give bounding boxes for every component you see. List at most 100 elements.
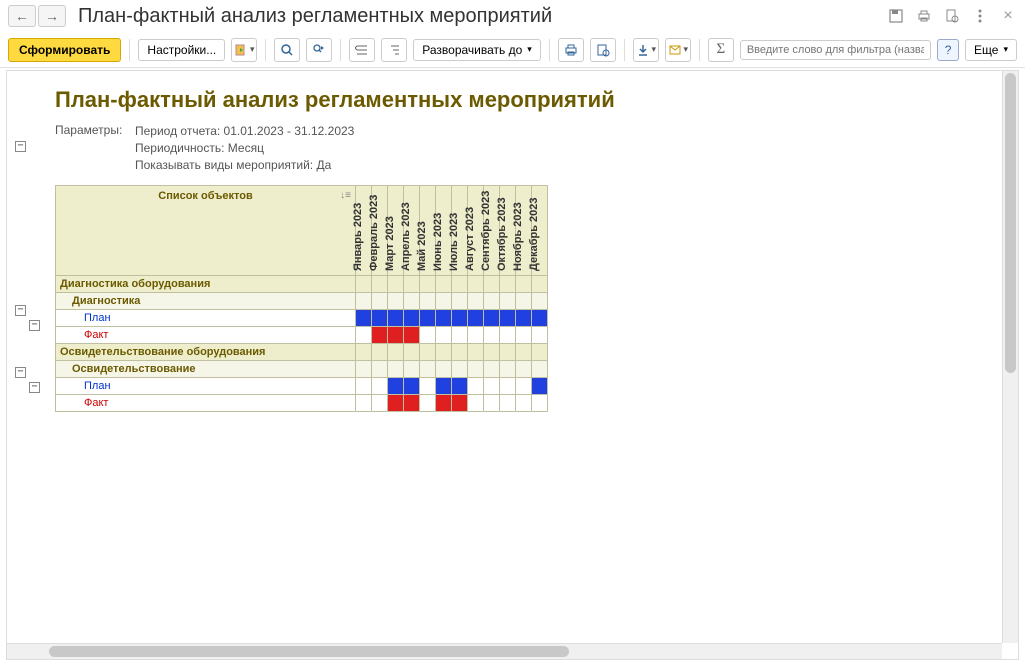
- nav-forward-button[interactable]: →: [38, 5, 66, 27]
- report-params: Параметры: Период отчета: 01.01.2023 - 3…: [55, 123, 1010, 173]
- print-preview-button[interactable]: [590, 38, 616, 62]
- send-email-button[interactable]: ▾: [665, 38, 691, 62]
- plan-cell: [388, 378, 404, 395]
- cell: [436, 276, 452, 293]
- hscroll-thumb[interactable]: [49, 646, 569, 657]
- cell: [388, 344, 404, 361]
- plan-cell: [452, 378, 468, 395]
- cell: [500, 293, 516, 310]
- generate-button[interactable]: Сформировать: [8, 38, 121, 62]
- cell: [372, 293, 388, 310]
- sum-button[interactable]: Σ: [708, 38, 734, 62]
- plan-row-label: План: [56, 378, 356, 395]
- plan-cell: [532, 310, 548, 327]
- cell: [372, 344, 388, 361]
- fact-cell: [516, 395, 532, 412]
- fact-cell: [436, 395, 452, 412]
- fact-cell: [468, 327, 484, 344]
- nav-back-button[interactable]: ←: [8, 5, 36, 27]
- fact-cell: [404, 395, 420, 412]
- plan-cell: [436, 310, 452, 327]
- collapse-report-button[interactable]: −: [15, 141, 26, 152]
- preview-icon[interactable]: [943, 7, 961, 25]
- close-icon[interactable]: ×: [999, 7, 1017, 25]
- cell: [484, 344, 500, 361]
- fact-cell: [404, 327, 420, 344]
- fact-cell: [452, 395, 468, 412]
- toolbar: Сформировать Настройки... ▾ Разворачиват…: [0, 32, 1025, 68]
- plan-cell: [404, 378, 420, 395]
- save-file-button[interactable]: ▾: [633, 38, 659, 62]
- fact-cell: [516, 327, 532, 344]
- fact-cell: [532, 327, 548, 344]
- find-button[interactable]: [274, 38, 300, 62]
- cell: [468, 293, 484, 310]
- print-icon[interactable]: [915, 7, 933, 25]
- cell: [404, 344, 420, 361]
- horizontal-scrollbar[interactable]: [7, 643, 1002, 659]
- cell: [420, 361, 436, 378]
- more-button[interactable]: Еще▾: [965, 39, 1017, 61]
- cell: [388, 276, 404, 293]
- settings-variants-button[interactable]: ▾: [231, 38, 257, 62]
- cell: [356, 344, 372, 361]
- vertical-scrollbar[interactable]: [1002, 71, 1018, 643]
- cell: [468, 344, 484, 361]
- plan-cell: [356, 378, 372, 395]
- cell: [516, 361, 532, 378]
- report-content[interactable]: − − − − − План-фактный анализ регламентн…: [7, 71, 1018, 643]
- month-header: Декабрь 2023: [532, 186, 548, 276]
- save-icon[interactable]: [887, 7, 905, 25]
- report-area: − − − − − План-фактный анализ регламентн…: [6, 70, 1019, 660]
- cell: [356, 293, 372, 310]
- cell: [500, 276, 516, 293]
- find-next-button[interactable]: [306, 38, 332, 62]
- help-button[interactable]: ?: [937, 39, 959, 61]
- plan-cell: [500, 378, 516, 395]
- fact-row-label: Факт: [56, 395, 356, 412]
- collapse-sub2-button[interactable]: −: [29, 382, 40, 393]
- cell: [452, 276, 468, 293]
- group-row[interactable]: Диагностика оборудования: [56, 276, 356, 293]
- cell: [356, 361, 372, 378]
- expand-to-button[interactable]: Разворачивать до▾: [413, 39, 541, 61]
- print-button[interactable]: [558, 38, 584, 62]
- settings-button[interactable]: Настройки...: [138, 39, 225, 61]
- titlebar: ← → План-фактный анализ регламентных мер…: [0, 0, 1025, 32]
- collapse-groups-button[interactable]: [349, 38, 375, 62]
- cell: [516, 293, 532, 310]
- filter-input[interactable]: [740, 40, 931, 60]
- plan-cell: [356, 310, 372, 327]
- objects-header[interactable]: Список объектов ↓≡: [56, 186, 356, 276]
- subgroup-row[interactable]: Освидетельствование: [56, 361, 356, 378]
- group-row[interactable]: Освидетельствование оборудования: [56, 344, 356, 361]
- page-title: План-фактный анализ регламентных меропри…: [78, 5, 887, 28]
- plan-cell: [468, 310, 484, 327]
- fact-cell: [436, 327, 452, 344]
- param-line: Показывать виды мероприятий: Да: [135, 157, 354, 174]
- cell: [436, 344, 452, 361]
- cell: [404, 361, 420, 378]
- subgroup-row[interactable]: Диагностика: [56, 293, 356, 310]
- fact-cell: [484, 395, 500, 412]
- fact-cell: [372, 395, 388, 412]
- cell: [452, 344, 468, 361]
- more-label: Еще: [974, 43, 998, 57]
- cell: [356, 276, 372, 293]
- collapse-group1-button[interactable]: −: [15, 305, 26, 316]
- settings-label: Настройки...: [147, 43, 216, 57]
- cell: [404, 293, 420, 310]
- cell: [500, 361, 516, 378]
- fact-cell: [388, 395, 404, 412]
- cell: [452, 361, 468, 378]
- kebab-menu-icon[interactable]: [971, 7, 989, 25]
- plan-cell: [484, 310, 500, 327]
- cell: [420, 344, 436, 361]
- sort-icon[interactable]: ↓≡: [340, 190, 351, 201]
- vscroll-thumb[interactable]: [1005, 73, 1016, 373]
- expand-groups-button[interactable]: [381, 38, 407, 62]
- collapse-sub1-button[interactable]: −: [29, 320, 40, 331]
- collapse-group2-button[interactable]: −: [15, 367, 26, 378]
- cell: [516, 344, 532, 361]
- param-line: Периодичность: Месяц: [135, 140, 354, 157]
